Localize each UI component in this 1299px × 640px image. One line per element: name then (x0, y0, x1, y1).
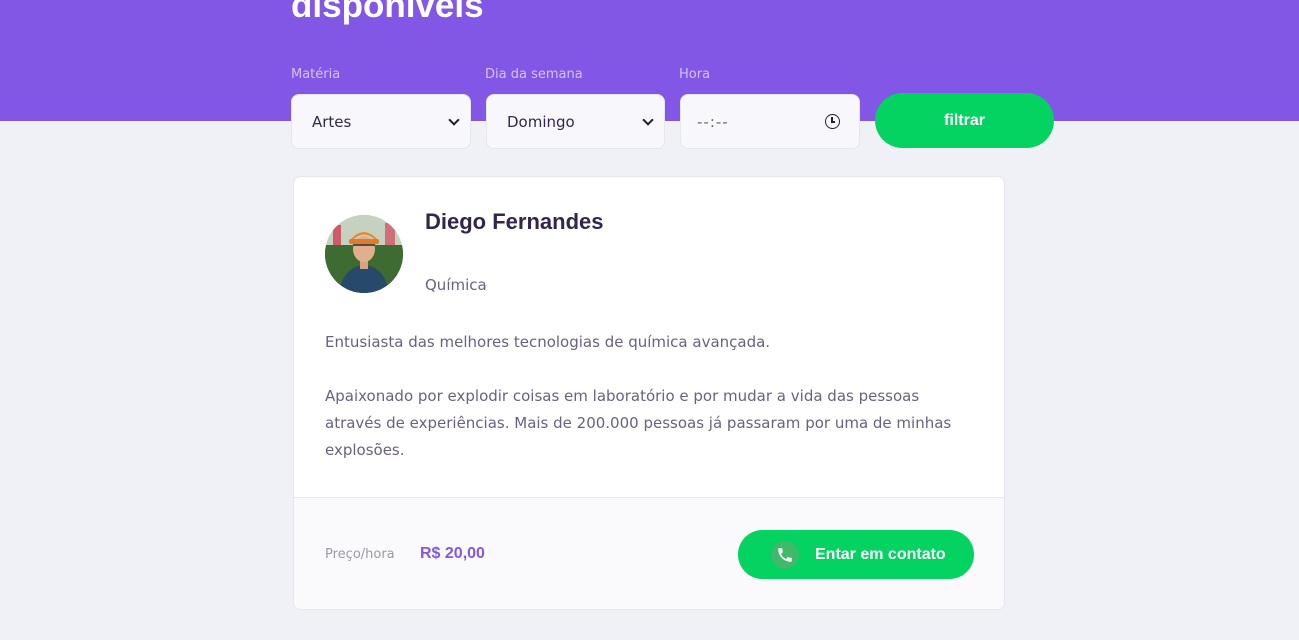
phone-glyph (778, 547, 792, 562)
whatsapp-icon (771, 540, 799, 569)
teacher-avatar (325, 215, 403, 293)
bio-paragraph: Entusiasta das melhores tecnologias de q… (325, 333, 771, 351)
subject-select[interactable]: Artes (291, 94, 471, 149)
weekday-label: Dia da semana (485, 67, 583, 82)
time-input[interactable]: --:-- (680, 94, 860, 149)
subject-label: Matéria (291, 67, 341, 82)
price-label: Preço/hora (325, 547, 395, 562)
weekday-select[interactable]: Domingo (486, 94, 665, 149)
time-input-placeholder: --:-- (697, 112, 729, 131)
teacher-name: Diego Fernandes (425, 209, 604, 234)
contact-button[interactable]: Entar em contato (738, 530, 974, 579)
price-value: R$ 20,00 (420, 545, 485, 562)
filter-button[interactable]: filtrar (875, 93, 1054, 148)
weekday-select-value: Domingo (507, 112, 575, 131)
chevron-down-icon (448, 113, 460, 126)
subject-select-value: Artes (312, 112, 352, 131)
page-title: disponíveis (291, 0, 484, 25)
chevron-down-icon (642, 113, 654, 126)
teacher-bio: Entusiasta das melhores tecnologias de q… (325, 329, 980, 464)
teacher-subject: Química (425, 276, 487, 294)
contact-button-label: Entar em contato (815, 545, 946, 563)
teacher-avatar-image (325, 215, 403, 293)
teacher-card-footer: Preço/hora R$ 20,00 Entar em contato (294, 497, 1004, 609)
teacher-card: Diego Fernandes Química Entusiasta das m… (293, 176, 1005, 610)
bio-paragraph: Apaixonado por explodir coisas em labora… (325, 387, 952, 459)
time-label: Hora (679, 67, 711, 82)
clock-icon[interactable] (825, 114, 840, 129)
